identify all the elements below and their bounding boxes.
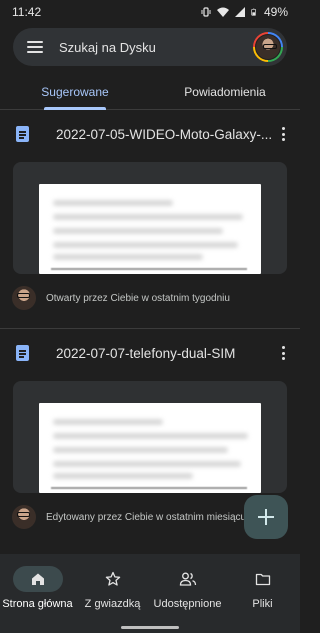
status-bar: 11:42 49%: [0, 0, 300, 24]
plus-icon: [258, 509, 274, 525]
more-options-icon[interactable]: [276, 344, 290, 362]
tab-suggested[interactable]: Sugerowane: [0, 74, 150, 110]
tab-bar: Sugerowane Powiadomienia: [0, 74, 300, 110]
status-icons: 49%: [200, 5, 288, 19]
nav-item-home[interactable]: Strona główna: [0, 554, 75, 633]
status-time: 11:42: [12, 5, 42, 19]
search-input[interactable]: Szukaj na Dysku: [59, 40, 253, 55]
file-thumbnail[interactable]: [13, 381, 287, 493]
file-card[interactable]: 2022-07-05-WIDEO-Moto-Galaxy-... Otwarty…: [0, 116, 300, 318]
file-name[interactable]: 2022-07-05-WIDEO-Moto-Galaxy-...: [56, 127, 276, 142]
new-file-button[interactable]: [244, 495, 288, 539]
nav-item-files[interactable]: Pliki: [225, 554, 300, 633]
signal-icon: [234, 7, 245, 17]
file-activity: Otwarty przez Ciebie w ostatnim tygodniu: [0, 278, 300, 318]
docs-icon: [16, 126, 29, 142]
file-card-header: 2022-07-05-WIDEO-Moto-Galaxy-...: [0, 116, 300, 152]
file-thumbnail[interactable]: [13, 162, 287, 274]
star-icon: [105, 571, 120, 586]
people-icon: [179, 572, 196, 586]
avatar: [12, 286, 36, 310]
menu-icon[interactable]: [27, 41, 43, 53]
nav-pill-files: [238, 566, 288, 592]
activity-text: Edytowany przez Ciebie w ostatnim miesią…: [46, 511, 247, 523]
battery-percent: 49%: [263, 5, 288, 19]
document-preview: [39, 184, 261, 274]
tab-active-indicator: [44, 107, 106, 110]
nav-label-files: Pliki: [252, 598, 273, 610]
gesture-handle[interactable]: [121, 626, 179, 629]
nav-pill-shared: [163, 566, 213, 592]
nav-label-home: Strona główna: [2, 598, 73, 610]
tab-suggested-label: Sugerowane: [41, 84, 109, 99]
battery-icon: [251, 8, 256, 16]
file-name[interactable]: 2022-07-07-telefony-dual-SIM: [56, 346, 276, 361]
vibrate-icon: [201, 7, 211, 17]
tab-notifications[interactable]: Powiadomienia: [150, 74, 300, 109]
bottom-navigation: Strona główna Z gwiazdką Udostępnione Pl…: [0, 554, 300, 633]
more-options-icon[interactable]: [276, 125, 290, 143]
tab-notifications-label: Powiadomienia: [184, 84, 266, 99]
nav-item-shared[interactable]: Udostępnione: [150, 554, 225, 633]
wifi-icon: [216, 7, 229, 17]
nav-label-shared: Udostępnione: [153, 598, 222, 610]
folder-icon: [255, 573, 270, 586]
document-preview: [39, 403, 261, 493]
home-icon: [31, 573, 44, 585]
account-avatar[interactable]: [253, 32, 283, 62]
activity-text: Otwarty przez Ciebie w ostatnim tygodniu: [46, 292, 230, 304]
file-card-header: 2022-07-07-telefony-dual-SIM: [0, 335, 300, 371]
divider: [0, 328, 300, 329]
nav-label-starred: Z gwiazdką: [84, 598, 141, 610]
nav-pill-home: [12, 566, 63, 592]
docs-icon: [16, 345, 29, 361]
search-bar[interactable]: Szukaj na Dysku: [13, 28, 287, 66]
nav-pill-starred: [88, 566, 138, 592]
nav-item-starred[interactable]: Z gwiazdką: [75, 554, 150, 633]
avatar: [12, 505, 36, 529]
